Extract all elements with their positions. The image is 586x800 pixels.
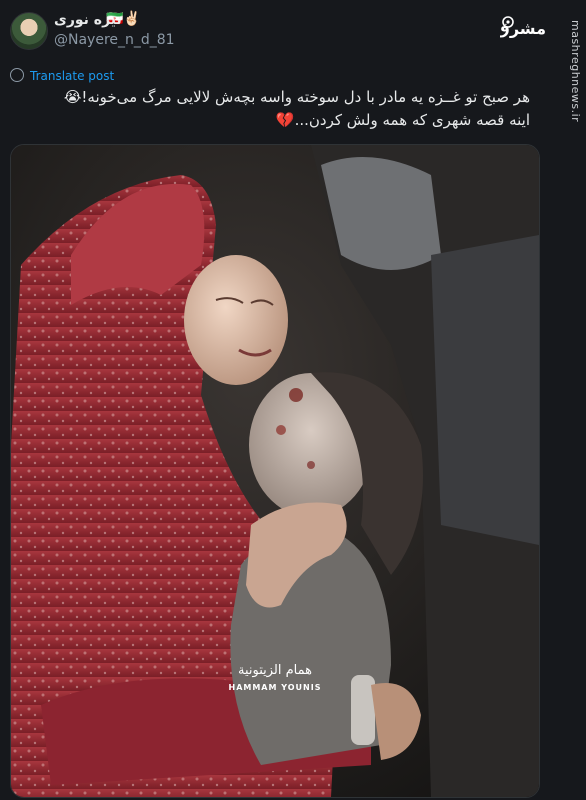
- tweet-text: هر صبح تو غــزه یه مادر با دل سوخته واسه…: [30, 86, 530, 132]
- tweet-photo[interactable]: همام الزيتونية HAMMAM YOUNIS: [10, 144, 540, 798]
- tweet-text-line2: اینه قصه شهری که همه ولش کردن...💔: [275, 111, 530, 129]
- avatar[interactable]: [10, 12, 48, 50]
- display-name[interactable]: نیره نوری: [54, 12, 122, 28]
- user-handle[interactable]: @Nayere_n_d_81: [54, 32, 175, 48]
- photo-credit-arabic: همام الزيتونية: [237, 663, 313, 678]
- translate-label: Translate post: [30, 69, 115, 83]
- globe-icon: [10, 68, 24, 82]
- translate-post-link[interactable]: Translate post: [10, 68, 114, 83]
- side-watermark: mashreghnews.ir: [569, 20, 582, 123]
- tweet-text-line1: هر صبح تو غــزه یه مادر با دل سوخته واسه…: [63, 88, 530, 106]
- mashregh-logo-icon: مشرق: [500, 16, 546, 38]
- logo-text: مشرق: [500, 19, 546, 38]
- tweet-header: 🇮🇷✌🏻 نیره نوری @Nayere_n_d_81 مشرق: [0, 0, 586, 66]
- photo-credit-english: HAMMAM YOUNIS: [228, 683, 322, 692]
- photo-illustration: [11, 145, 539, 797]
